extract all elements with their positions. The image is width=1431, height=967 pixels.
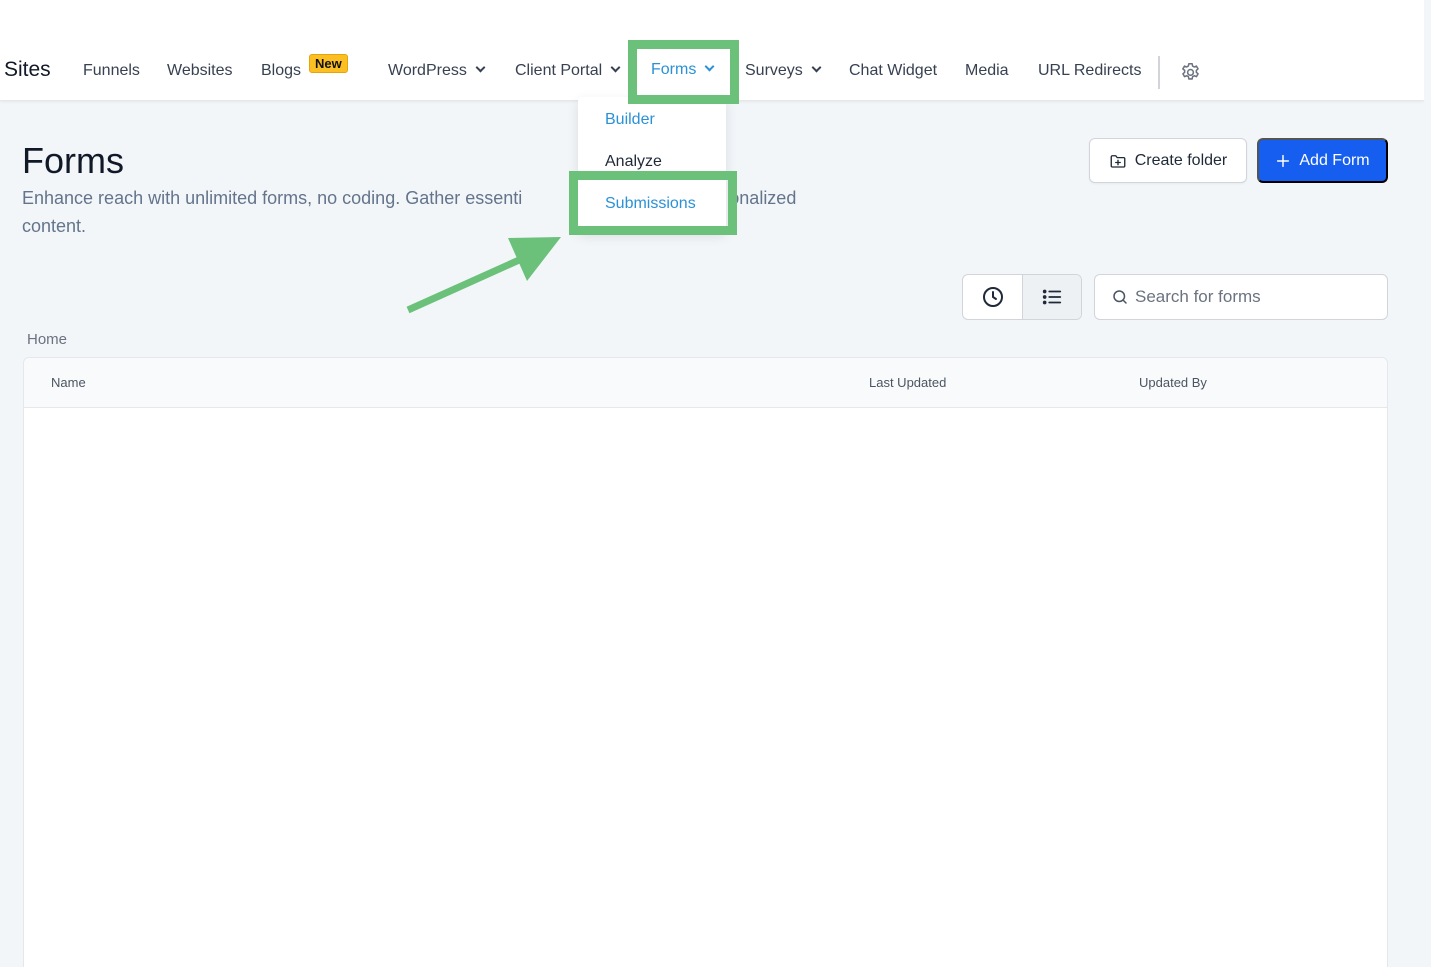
app-brand: Sites xyxy=(4,58,51,81)
nav-chat-widget[interactable]: Chat Widget xyxy=(849,62,937,80)
clock-icon xyxy=(982,287,1003,307)
search-icon xyxy=(1113,290,1127,304)
nav-wordpress-label: WordPress xyxy=(388,62,467,79)
window-edge xyxy=(1424,0,1431,101)
menu-item-analyze[interactable]: Analyze xyxy=(605,153,662,171)
view-toggle xyxy=(962,274,1082,320)
nav-media[interactable]: Media xyxy=(965,62,1009,80)
nav-surveys-label: Surveys xyxy=(745,62,803,79)
gear-icon[interactable] xyxy=(1179,61,1202,84)
nav-divider xyxy=(1158,56,1160,89)
search-input[interactable] xyxy=(1135,287,1375,307)
column-header-updated-by[interactable]: Updated By xyxy=(1139,375,1207,390)
chevron-down-icon xyxy=(475,62,486,73)
table-header: Name Last Updated Updated By xyxy=(24,358,1387,408)
forms-table: Name Last Updated Updated By xyxy=(23,357,1388,967)
search-box xyxy=(1094,274,1388,320)
description-line2: content. xyxy=(22,216,87,236)
nav-websites[interactable]: Websites xyxy=(167,62,233,80)
list-view-button[interactable] xyxy=(1022,275,1081,319)
column-header-last-updated[interactable]: Last Updated xyxy=(869,375,946,390)
highlight-box-submissions xyxy=(569,171,737,235)
plus-icon xyxy=(1277,154,1290,167)
nav-client-portal[interactable]: Client Portal xyxy=(515,62,621,80)
nav-funnels[interactable]: Funnels xyxy=(83,62,140,80)
folder-plus-icon xyxy=(1110,154,1126,168)
chevron-down-icon xyxy=(610,62,621,73)
highlight-box-forms xyxy=(628,40,739,104)
list-icon xyxy=(1042,289,1062,305)
menu-item-builder[interactable]: Builder xyxy=(605,111,655,129)
nav-surveys[interactable]: Surveys xyxy=(745,62,822,80)
nav-wordpress[interactable]: WordPress xyxy=(388,62,486,80)
page-title: Forms xyxy=(22,140,124,181)
description-left: Enhance reach with unlimited forms, no c… xyxy=(22,188,523,208)
nav-client-portal-label: Client Portal xyxy=(515,62,603,79)
add-form-label: Add Form xyxy=(1299,151,1370,169)
create-folder-label: Create folder xyxy=(1134,151,1228,169)
chevron-down-icon xyxy=(811,62,822,73)
nav-blogs[interactable]: Blogs xyxy=(261,62,301,80)
nav-url-redirects[interactable]: URL Redirects xyxy=(1038,62,1141,80)
recent-view-button[interactable] xyxy=(963,275,1022,319)
breadcrumb-home[interactable]: Home xyxy=(27,331,67,348)
add-form-button[interactable]: Add Form xyxy=(1257,138,1388,183)
create-folder-button[interactable]: Create folder xyxy=(1089,138,1247,183)
new-badge: New xyxy=(309,54,348,73)
column-header-name[interactable]: Name xyxy=(51,375,86,390)
